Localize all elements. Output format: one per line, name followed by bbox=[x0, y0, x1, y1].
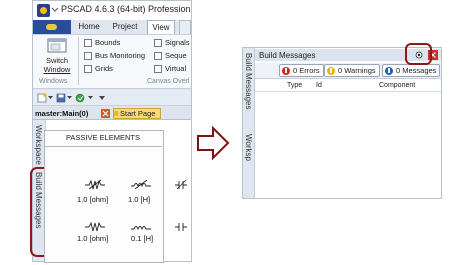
dropdown-arrow-icon[interactable] bbox=[88, 96, 93, 100]
variable-inductor-icon[interactable] bbox=[130, 178, 152, 190]
ribbon-separator bbox=[78, 37, 79, 85]
tab-home[interactable]: Home bbox=[73, 20, 105, 34]
switch-window-label-1[interactable]: Switch bbox=[42, 56, 72, 65]
bounds-label: Bounds bbox=[95, 38, 121, 47]
virtual-label: Virtual bbox=[165, 64, 187, 73]
errors-count: 0 Errors bbox=[293, 66, 320, 75]
messages-filter-button[interactable]: 0 Messages bbox=[382, 64, 441, 77]
capacitor-icon[interactable] bbox=[174, 222, 188, 232]
resistor-icon[interactable] bbox=[84, 221, 106, 232]
virtual-checkbox[interactable] bbox=[154, 65, 162, 73]
warnings-count: 0 Warnings bbox=[338, 66, 376, 75]
grids-checkbox[interactable] bbox=[84, 65, 92, 73]
signals-checkbox[interactable] bbox=[154, 39, 162, 47]
tab-master-main[interactable]: master:Main(0) bbox=[35, 108, 101, 119]
signals-label: Signals bbox=[165, 38, 190, 47]
tab-overflow[interactable] bbox=[179, 20, 191, 34]
toolbar-options-icon[interactable] bbox=[99, 95, 105, 101]
pin-highlight bbox=[405, 43, 432, 65]
panel-divider bbox=[44, 146, 162, 147]
close-tab-icon[interactable] bbox=[101, 109, 110, 118]
build-messages-side-tab[interactable]: Build Messages bbox=[244, 53, 253, 109]
workspace-side-tab[interactable]: Worksp bbox=[244, 134, 253, 161]
new-document-icon[interactable] bbox=[37, 93, 47, 103]
info-icon bbox=[385, 67, 393, 75]
windows-group-label: Windows bbox=[39, 78, 68, 85]
tab-project[interactable]: Project bbox=[107, 20, 143, 34]
errors-filter-button[interactable]: 0 Errors bbox=[279, 64, 324, 77]
messages-count: 0 Messages bbox=[396, 66, 437, 75]
warnings-filter-button[interactable]: 0 Warnings bbox=[324, 64, 380, 77]
inductor-value-label: 1.0 [H] bbox=[128, 195, 151, 204]
window-title: PSCAD 4.6.3 (64-bit) Professional bbox=[61, 4, 192, 14]
sequence-label: Seque bbox=[165, 51, 187, 60]
compile-icon[interactable] bbox=[75, 93, 86, 103]
panel-title: Build Messages bbox=[259, 51, 316, 60]
bounds-checkbox[interactable] bbox=[84, 39, 92, 47]
variable-resistor-icon[interactable] bbox=[84, 178, 106, 190]
pscad-app-icon bbox=[37, 4, 50, 17]
grids-label: Grids bbox=[95, 64, 113, 73]
column-component[interactable]: Component bbox=[379, 82, 415, 89]
page-icon bbox=[114, 111, 118, 116]
warning-icon bbox=[327, 67, 335, 75]
tab-view[interactable]: View bbox=[147, 20, 175, 34]
save-icon[interactable] bbox=[56, 93, 66, 103]
column-id[interactable]: Id bbox=[316, 82, 322, 89]
canvas-overlay-group-label: Canvas Overl bbox=[147, 78, 190, 85]
dropdown-arrow-icon[interactable] bbox=[48, 96, 53, 100]
resistor-value-label: 1.0 [ohm] bbox=[77, 195, 109, 204]
tab-start-page[interactable]: Start Page bbox=[113, 108, 161, 119]
inductor-value-label: 0.1 [H] bbox=[131, 234, 154, 243]
column-type[interactable]: Type bbox=[287, 82, 302, 89]
bus-monitoring-label: Bus Monitoring bbox=[95, 51, 146, 60]
arrow-right-icon bbox=[196, 125, 230, 161]
inductor-icon[interactable] bbox=[130, 222, 152, 232]
build-messages-window: Build Messages Worksp Build Messages 0 E… bbox=[242, 47, 442, 199]
file-menu-button[interactable] bbox=[33, 20, 71, 34]
resistor-value-label: 1.0 [ohm] bbox=[77, 234, 109, 243]
quick-access-icon[interactable] bbox=[51, 6, 59, 12]
passive-elements-title: PASSIVE ELEMENTS bbox=[65, 133, 141, 142]
workspace-side-tab[interactable]: Workspace bbox=[34, 125, 43, 165]
switch-window-label-2[interactable]: Window bbox=[40, 65, 74, 74]
sequence-checkbox[interactable] bbox=[154, 52, 162, 60]
switch-window-icon[interactable] bbox=[47, 38, 67, 53]
error-icon bbox=[282, 67, 290, 75]
bus-monitoring-checkbox[interactable] bbox=[84, 52, 92, 60]
dropdown-arrow-icon[interactable] bbox=[67, 96, 72, 100]
message-list[interactable] bbox=[255, 93, 441, 198]
variable-capacitor-icon[interactable] bbox=[174, 178, 188, 190]
